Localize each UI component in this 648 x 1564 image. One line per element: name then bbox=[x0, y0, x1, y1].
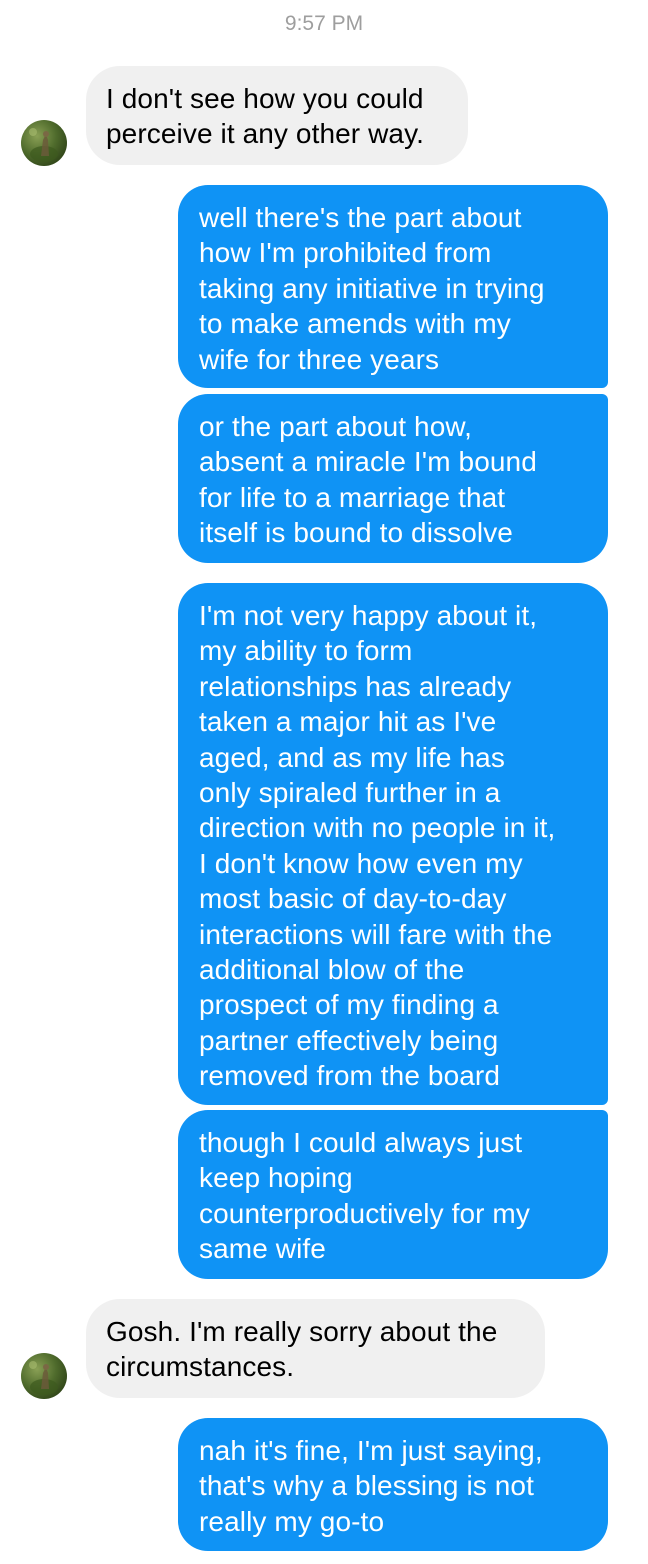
message-bubble-outgoing[interactable]: nah it's fine, I'm just saying, that's w… bbox=[178, 1418, 608, 1551]
message-timestamp: 9:57 PM bbox=[284, 12, 364, 35]
contact-avatar[interactable] bbox=[21, 1353, 67, 1399]
message-bubble-outgoing[interactable]: though I could always just keep hoping c… bbox=[178, 1110, 608, 1279]
contact-avatar[interactable] bbox=[21, 120, 67, 166]
message-bubble-incoming[interactable]: Gosh. I'm really sorry about the circums… bbox=[86, 1299, 545, 1398]
message-bubble-outgoing[interactable]: well there's the part about how I'm proh… bbox=[178, 185, 608, 388]
message-bubble-outgoing[interactable]: I'm not very happy about it, my ability … bbox=[178, 583, 608, 1105]
message-bubble-incoming[interactable]: I don't see how you could perceive it an… bbox=[86, 66, 468, 165]
avatar-photo-icon bbox=[29, 1361, 58, 1395]
message-bubble-outgoing[interactable]: or the part about how, absent a miracle … bbox=[178, 394, 608, 563]
avatar-photo-icon bbox=[29, 128, 58, 162]
